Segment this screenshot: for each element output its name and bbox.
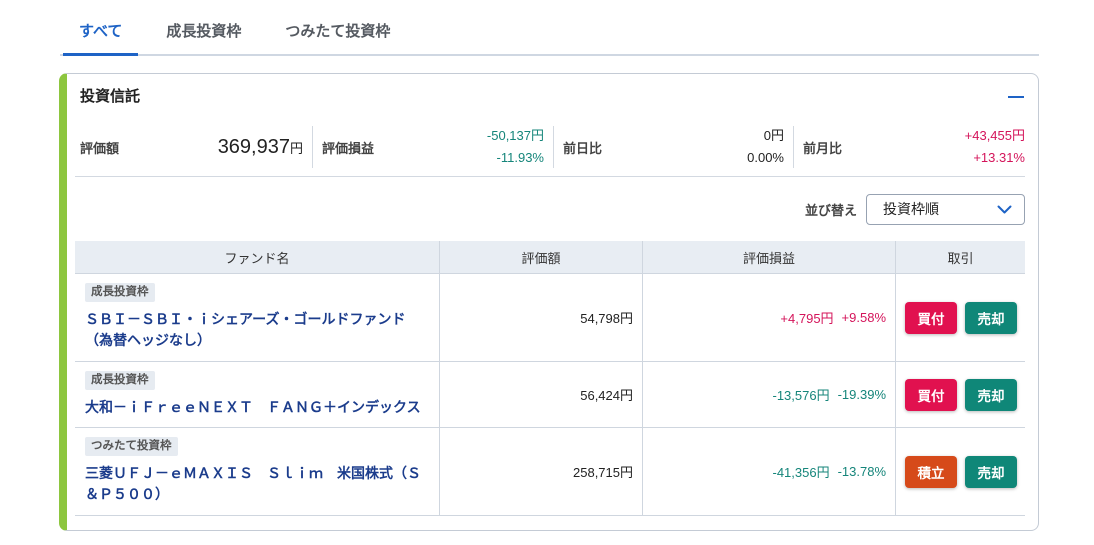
valuation-cell: 258,715円 [440,428,643,515]
month-change-amount: +43,455円 [964,128,1025,143]
month-change-values: +43,455円 +13.31% [965,125,1025,169]
profit-loss-amount: -50,137円 [486,128,544,143]
fund-name-link[interactable]: 大和－ｉＦｒｅｅＮＥＸＴ ＦＡＮＧ＋インデックス [85,397,428,418]
tab-bar: すべて 成長投資枠 つみたて投資枠 [60,0,1039,56]
tab-tsumitate-label: つみたて投資枠 [285,23,391,40]
profit-loss-percent: -13.78% [837,464,886,479]
minus-icon [1008,96,1024,98]
profit-loss-percent: -19.39% [837,387,886,402]
profit-loss-cell: -41,356円 -13.78% [643,428,896,515]
card-title: 投資信託 [80,88,141,105]
header-trade: 取引 [947,250,974,266]
profit-loss-values: -50,137円 -11.93% [487,125,544,169]
day-change-amount: 0円 [763,128,784,143]
account-type-badge: 成長投資枠 [85,283,155,302]
fund-name-link[interactable]: 三菱ＵＦＪ－ｅＭＡＸＩＳ Ｓｌｉｍ 米国株式（Ｓ＆Ｐ５００） [85,463,428,505]
account-type-badge: つみたて投資枠 [85,437,178,456]
profit-loss-percent: +9.58% [841,310,886,325]
day-change-values: 0円 0.00% [747,125,784,169]
card-header: 投資信託 [75,74,1025,126]
fund-cell: 成長投資枠 ＳＢＩ－ＳＢＩ・ｉシェアーズ・ゴールドファンド（為替ヘッジなし） [75,274,440,361]
summary-row: 評価額 369,937円 評価損益 -50,137円 -11.93% 前日比 0… [75,126,1025,177]
valuation-label: 評価額 [80,140,120,156]
table-row: 成長投資枠 ＳＢＩ－ＳＢＩ・ｉシェアーズ・ゴールドファンド（為替ヘッジなし） 5… [75,274,1025,362]
profit-loss-label: 評価損益 [322,140,375,156]
fund-cell: 成長投資枠 大和－ｉＦｒｅｅＮＥＸＴ ＦＡＮＧ＋インデックス [75,362,440,427]
day-change-percent: 0.00% [747,150,784,165]
chevron-down-icon [997,205,1012,213]
header-fund-name: ファンド名 [75,241,440,273]
tab-all-label: すべて [79,23,123,40]
month-change-percent: +13.31% [973,150,1025,165]
tab-tsumitate[interactable]: つみたて投資枠 [269,0,406,54]
table-row: 成長投資枠 大和－ｉＦｒｅｅＮＥＸＴ ＦＡＮＧ＋インデックス 56,424円 -… [75,362,1025,428]
day-change-label: 前日比 [563,140,603,156]
trade-cell: 積立 売却 [896,428,1025,515]
valuation-amount: 369,937 [217,135,290,158]
sell-button[interactable]: 売却 [965,378,1017,411]
active-tab-indicator [63,53,139,56]
tab-growth-label: 成長投資枠 [166,23,242,40]
profit-loss-amount: -13,576円 [772,388,830,403]
sell-button[interactable]: 売却 [965,301,1017,334]
table-header: ファンド名 評価額 評価損益 取引 [75,241,1025,274]
investment-trust-card: 投資信託 評価額 369,937円 評価損益 -50,137円 -11.93% … [59,73,1039,531]
buy-button[interactable]: 買付 [905,378,957,411]
table-row: つみたて投資枠 三菱ＵＦＪ－ｅＭＡＸＩＳ Ｓｌｉｍ 米国株式（Ｓ＆Ｐ５００） 2… [75,428,1025,516]
trade-cell: 買付 売却 [896,362,1025,427]
summary-profit-loss: 評価損益 -50,137円 -11.93% [312,126,553,168]
tab-all[interactable]: すべて [63,0,139,56]
account-type-badge: 成長投資枠 [85,371,155,390]
sort-label: 並び替え [804,202,857,218]
trade-cell: 買付 売却 [896,274,1025,361]
summary-valuation: 評価額 369,937円 [75,126,312,168]
profit-loss-amount: -41,356円 [772,465,830,480]
tab-growth[interactable]: 成長投資枠 [150,0,257,54]
fund-table: ファンド名 評価額 評価損益 取引 成長投資枠 ＳＢＩ－ＳＢＩ・ｉシェアーズ・ゴ… [75,241,1025,516]
summary-day-change: 前日比 0円 0.00% [553,126,793,168]
valuation-cell: 54,798円 [440,274,643,361]
summary-month-change: 前月比 +43,455円 +13.31% [793,126,1025,168]
header-profit-loss: 評価損益 [643,241,896,273]
month-change-label: 前月比 [803,140,843,156]
header-valuation: 評価額 [440,241,643,273]
accumulate-button[interactable]: 積立 [905,455,957,488]
profit-loss-amount: +4,795円 [780,311,834,326]
sort-selected-value: 投資枠順 [883,201,939,217]
fund-name-link[interactable]: ＳＢＩ－ＳＢＩ・ｉシェアーズ・ゴールドファンド（為替ヘッジなし） [85,309,428,351]
profit-loss-cell: -13,576円 -19.39% [643,362,896,427]
collapse-button[interactable] [1007,86,1025,108]
profit-loss-cell: +4,795円 +9.58% [643,274,896,361]
valuation-unit: 円 [289,140,303,156]
valuation-value: 369,937円 [218,136,303,159]
buy-button[interactable]: 買付 [905,301,957,334]
fund-cell: つみたて投資枠 三菱ＵＦＪ－ｅＭＡＸＩＳ Ｓｌｉｍ 米国株式（Ｓ＆Ｐ５００） [75,428,440,515]
profit-loss-percent: -11.93% [496,150,544,165]
valuation-cell: 56,424円 [440,362,643,427]
sell-button[interactable]: 売却 [965,455,1017,488]
sort-select[interactable]: 投資枠順 [866,193,1025,225]
sort-row: 並び替え 投資枠順 [75,177,1025,241]
